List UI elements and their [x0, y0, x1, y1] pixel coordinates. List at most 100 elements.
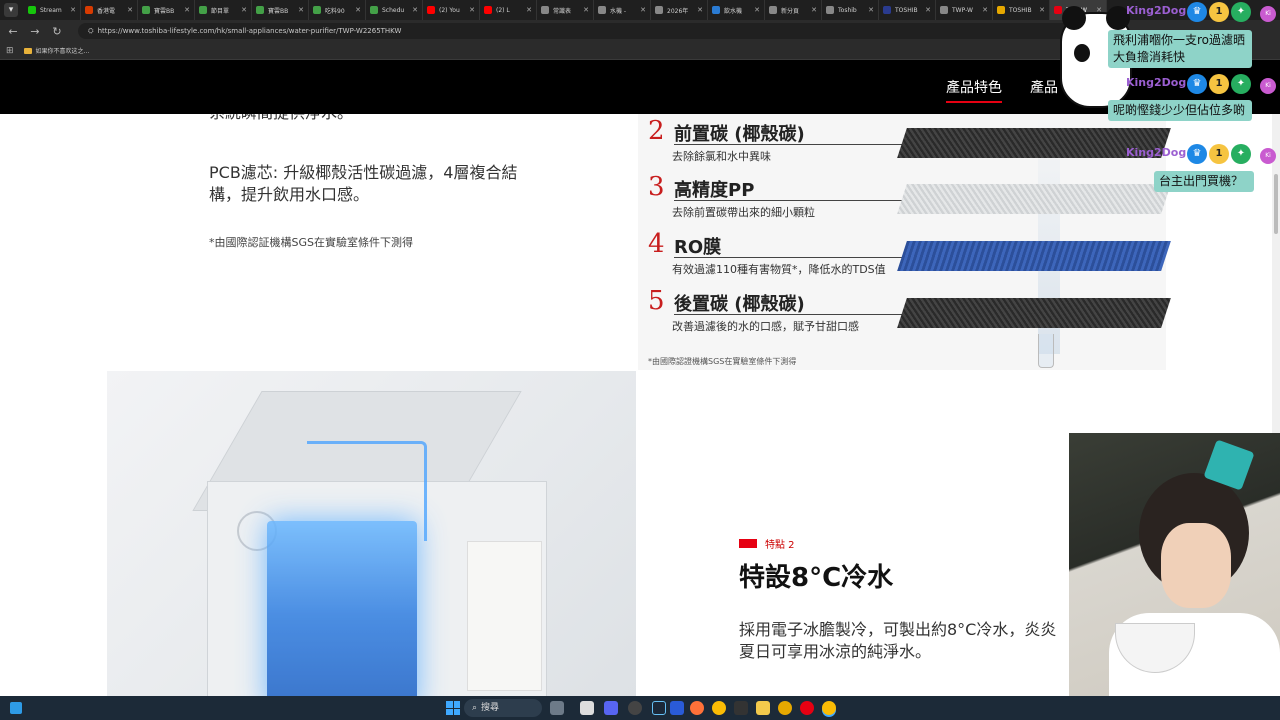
tab-close-icon[interactable]: ✕: [241, 6, 247, 14]
start-square: [453, 701, 460, 708]
tab-favicon-icon: [769, 6, 777, 14]
url-field[interactable]: ⛭ https://www.toshiba-lifestyle.com/hk/s…: [78, 23, 1078, 39]
browser-tab[interactable]: (2) You ✕: [423, 0, 480, 20]
tab-close-icon[interactable]: ✕: [583, 6, 589, 14]
obs-icon[interactable]: [628, 701, 642, 715]
filter-name: 後置碳 (椰殼碳): [674, 294, 805, 315]
tab-close-icon[interactable]: ✕: [868, 6, 874, 14]
tab-close-icon[interactable]: ✕: [982, 6, 988, 14]
app-icon[interactable]: [734, 701, 748, 715]
nav-item-features[interactable]: 產品特色: [946, 77, 1002, 103]
product-cutaway-image: [107, 371, 636, 696]
back-icon[interactable]: ←: [6, 25, 20, 38]
tab-label: 飲水機: [724, 7, 743, 15]
app-icon[interactable]: [778, 701, 792, 715]
bookmark-item[interactable]: 如果你不喜欢这之...: [23, 46, 89, 55]
tab-close-icon[interactable]: ✕: [298, 6, 304, 14]
discord-icon[interactable]: [604, 701, 618, 715]
file-explorer-icon[interactable]: [580, 701, 594, 715]
firefox-icon[interactable]: [690, 701, 704, 715]
start-square: [446, 708, 453, 715]
tab-favicon-icon: [484, 6, 492, 14]
apps-grid-icon[interactable]: ⊞: [6, 46, 14, 56]
start-square: [446, 701, 453, 708]
filter-sheet-graphic: [897, 241, 1171, 271]
tab-label: Schedu: [382, 6, 405, 14]
browser-tab[interactable]: 寶雲BB ✕: [252, 0, 309, 20]
filter-number: 4: [648, 229, 665, 259]
filter-leader-line: [674, 200, 904, 201]
tab-list: Stream ✕ 香港電 ✕ 寶雲BB ✕ 節目單 ✕ 寶雲BB ✕ 吃料90 ✕ Schedu ✕ (2)…: [24, 0, 1107, 20]
filter-name: RO膜: [674, 237, 722, 258]
browser-tab[interactable]: 新分頁 ✕: [765, 0, 822, 20]
cold-tank-graphic: [267, 521, 417, 696]
water-glass-graphic: [1038, 334, 1054, 368]
tab-search-icon[interactable]: ▾: [4, 3, 18, 17]
browser-tab[interactable]: 寶雲BB ✕: [138, 0, 195, 20]
app-icon[interactable]: [800, 701, 814, 715]
filter-number: 2: [648, 116, 665, 146]
browser-tab[interactable]: Stream ✕: [24, 0, 81, 20]
site-info-icon[interactable]: ⛭: [88, 23, 94, 39]
taskbar-search[interactable]: ⌕ 搜尋: [464, 699, 542, 717]
intro-paragraph: 系統瞬間提供淨水。: [209, 114, 539, 124]
tab-close-icon[interactable]: ✕: [412, 6, 418, 14]
browser-tab[interactable]: TOSHIB ✕: [879, 0, 936, 20]
browser-tab[interactable]: 2026年 ✕: [651, 0, 708, 20]
tab-label: 節目單: [211, 7, 230, 15]
tab-favicon-icon: [85, 6, 93, 14]
search-icon: ⌕: [472, 703, 478, 713]
gem-badge-icon: ✦: [1231, 144, 1251, 164]
tab-close-icon[interactable]: ✕: [811, 6, 817, 14]
folder-icon: [23, 47, 32, 54]
tab-favicon-icon: [370, 6, 378, 14]
tab-favicon-icon: [940, 6, 948, 14]
browser-tab[interactable]: 香港電 ✕: [81, 0, 138, 20]
browser-tab[interactable]: 節目單 ✕: [195, 0, 252, 20]
tab-close-icon[interactable]: ✕: [925, 6, 931, 14]
tab-label: 寶雲BB: [268, 7, 289, 15]
chrome-active-icon[interactable]: [822, 701, 836, 715]
forward-icon[interactable]: →: [28, 25, 42, 38]
tab-close-icon[interactable]: ✕: [526, 6, 532, 14]
app-icon[interactable]: [670, 701, 684, 715]
tab-close-icon[interactable]: ✕: [184, 6, 190, 14]
browser-tab[interactable]: (2) L ✕: [480, 0, 537, 20]
tab-favicon-icon: [256, 6, 264, 14]
chrome-icon[interactable]: [712, 701, 726, 715]
browser-tab[interactable]: Toshib ✕: [822, 0, 879, 20]
chat-message-bubble: 呢啲慳錢少少但佔位多啲: [1108, 100, 1252, 121]
tier-one-badge-icon: 1: [1209, 144, 1229, 164]
tab-close-icon[interactable]: ✕: [70, 6, 76, 14]
browser-tab[interactable]: 常識表 ✕: [537, 0, 594, 20]
tab-label: Stream: [40, 6, 62, 14]
task-view-icon[interactable]: [550, 701, 564, 715]
widgets-icon[interactable]: [10, 702, 22, 714]
windows-start-icon[interactable]: [446, 701, 460, 715]
windows-taskbar: ⌕ 搜尋: [0, 696, 1280, 720]
browser-tab[interactable]: 飲水機 ✕: [708, 0, 765, 20]
reload-icon[interactable]: ↻: [50, 25, 64, 38]
tab-close-icon[interactable]: ✕: [1039, 6, 1045, 14]
tab-close-icon[interactable]: ✕: [640, 6, 646, 14]
folder-icon[interactable]: [756, 701, 770, 715]
nav-item-products[interactable]: 產品: [1030, 77, 1058, 97]
diagram-footnote: *由國際認證機構SGS在實驗室條件下測得: [648, 357, 797, 366]
browser-tab[interactable]: 水機 - ✕: [594, 0, 651, 20]
filter-layer: 5 後置碳 (椰殼碳) 改善過濾後的水的口感，賦予甘甜口感: [638, 284, 1171, 340]
steam-icon[interactable]: [652, 701, 666, 715]
tab-close-icon[interactable]: ✕: [355, 6, 361, 14]
tab-label: 水機 -: [610, 7, 627, 15]
browser-tab[interactable]: 吃料90 ✕: [309, 0, 366, 20]
tab-close-icon[interactable]: ✕: [469, 6, 475, 14]
tab-close-icon[interactable]: ✕: [754, 6, 760, 14]
browser-tab[interactable]: TWP-W ✕: [936, 0, 993, 20]
browser-tab[interactable]: TOSHIB ✕: [993, 0, 1050, 20]
filter-number: 5: [648, 286, 665, 316]
browser-tab[interactable]: Schedu ✕: [366, 0, 423, 20]
tab-close-icon[interactable]: ✕: [127, 6, 133, 14]
filter-layer: 4 RO膜 有效過濾110種有害物質*，降低水的TDS值: [638, 227, 1171, 283]
streamer-face: [1161, 523, 1231, 608]
tab-label: 2026年: [667, 7, 689, 15]
tab-close-icon[interactable]: ✕: [697, 6, 703, 14]
